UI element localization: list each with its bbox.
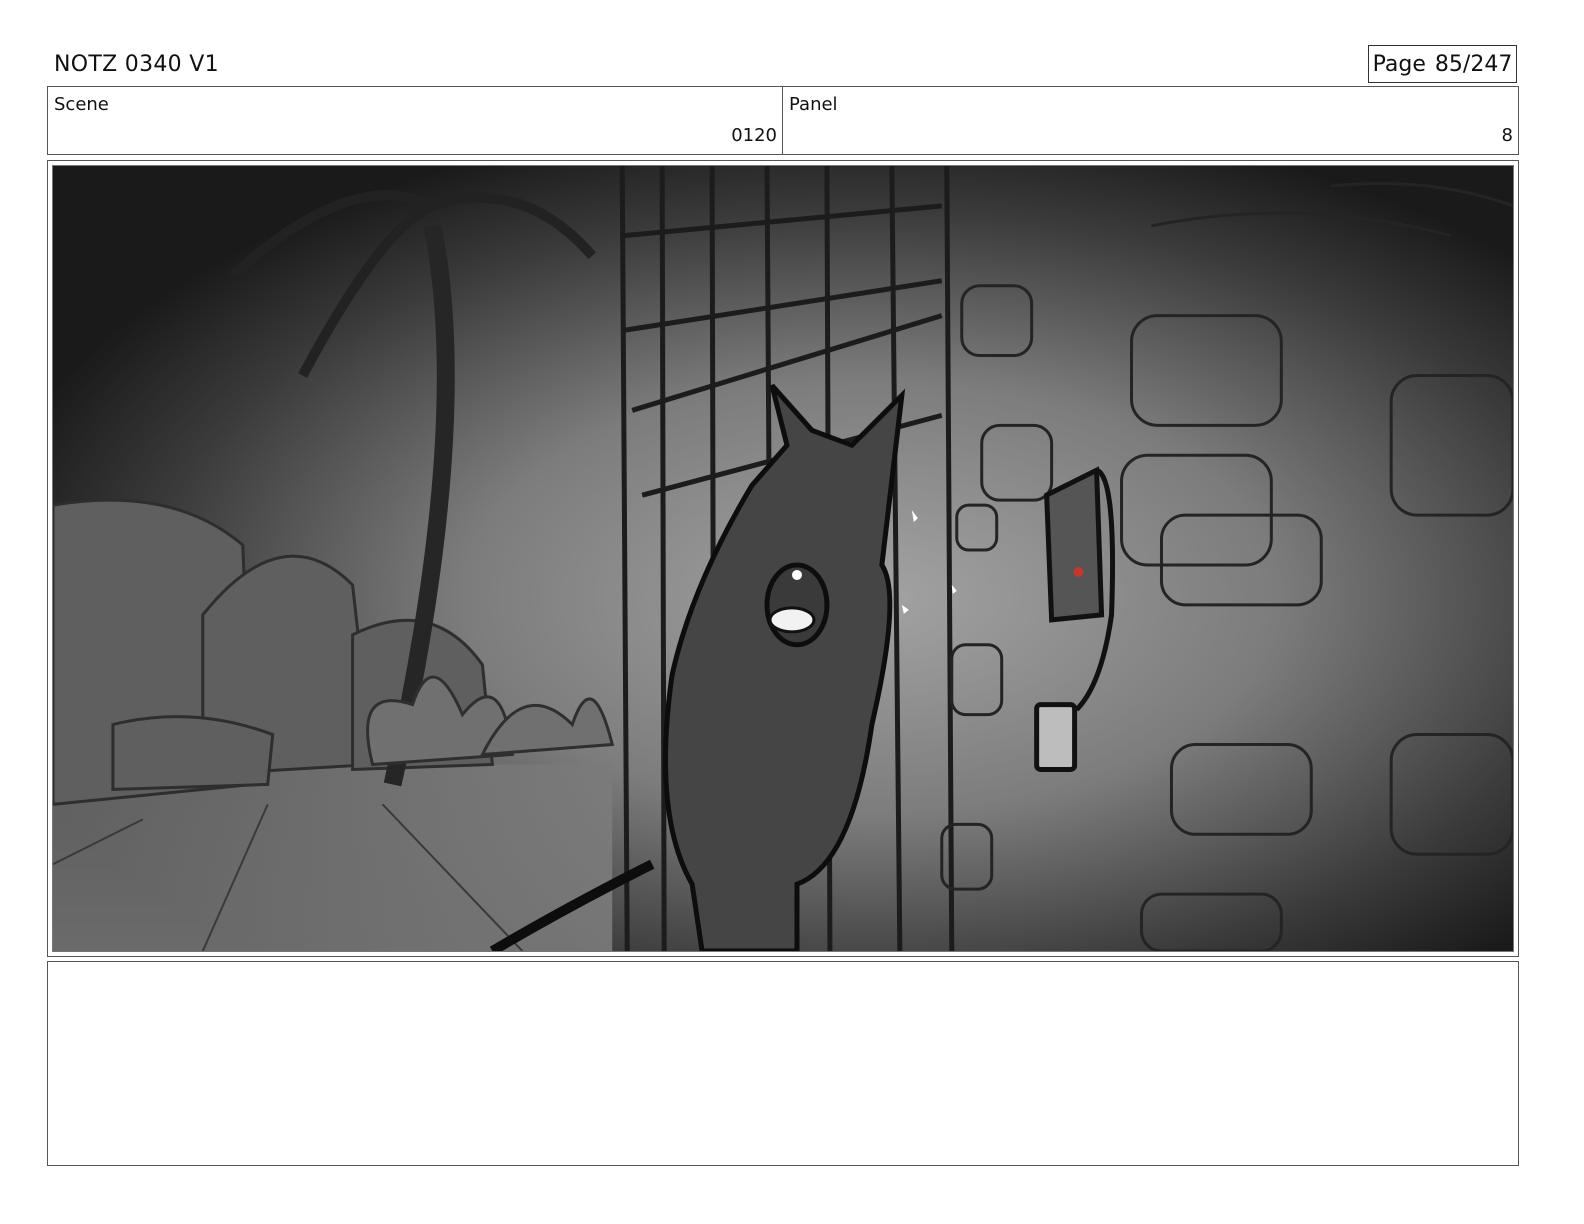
scene-panel-info: Scene 0120 Panel 8: [47, 86, 1519, 155]
panel-value: 8: [1501, 125, 1513, 146]
storyboard-image: [52, 165, 1514, 952]
storyboard-frame: [47, 160, 1519, 957]
scene-label: Scene: [54, 94, 109, 115]
notes-area: [47, 961, 1519, 1166]
page-label: Page: [1372, 51, 1426, 77]
scene-cell: Scene 0120: [48, 87, 783, 154]
page-number: 85/247: [1434, 51, 1513, 77]
page-indicator: Page 85/247: [1368, 45, 1517, 83]
panel-cell: Panel 8: [783, 87, 1518, 154]
document-title: NOTZ 0340 V1: [54, 52, 219, 77]
scene-value: 0120: [731, 125, 777, 146]
storyboard-sketch-icon: [53, 166, 1513, 951]
panel-label: Panel: [789, 94, 838, 115]
